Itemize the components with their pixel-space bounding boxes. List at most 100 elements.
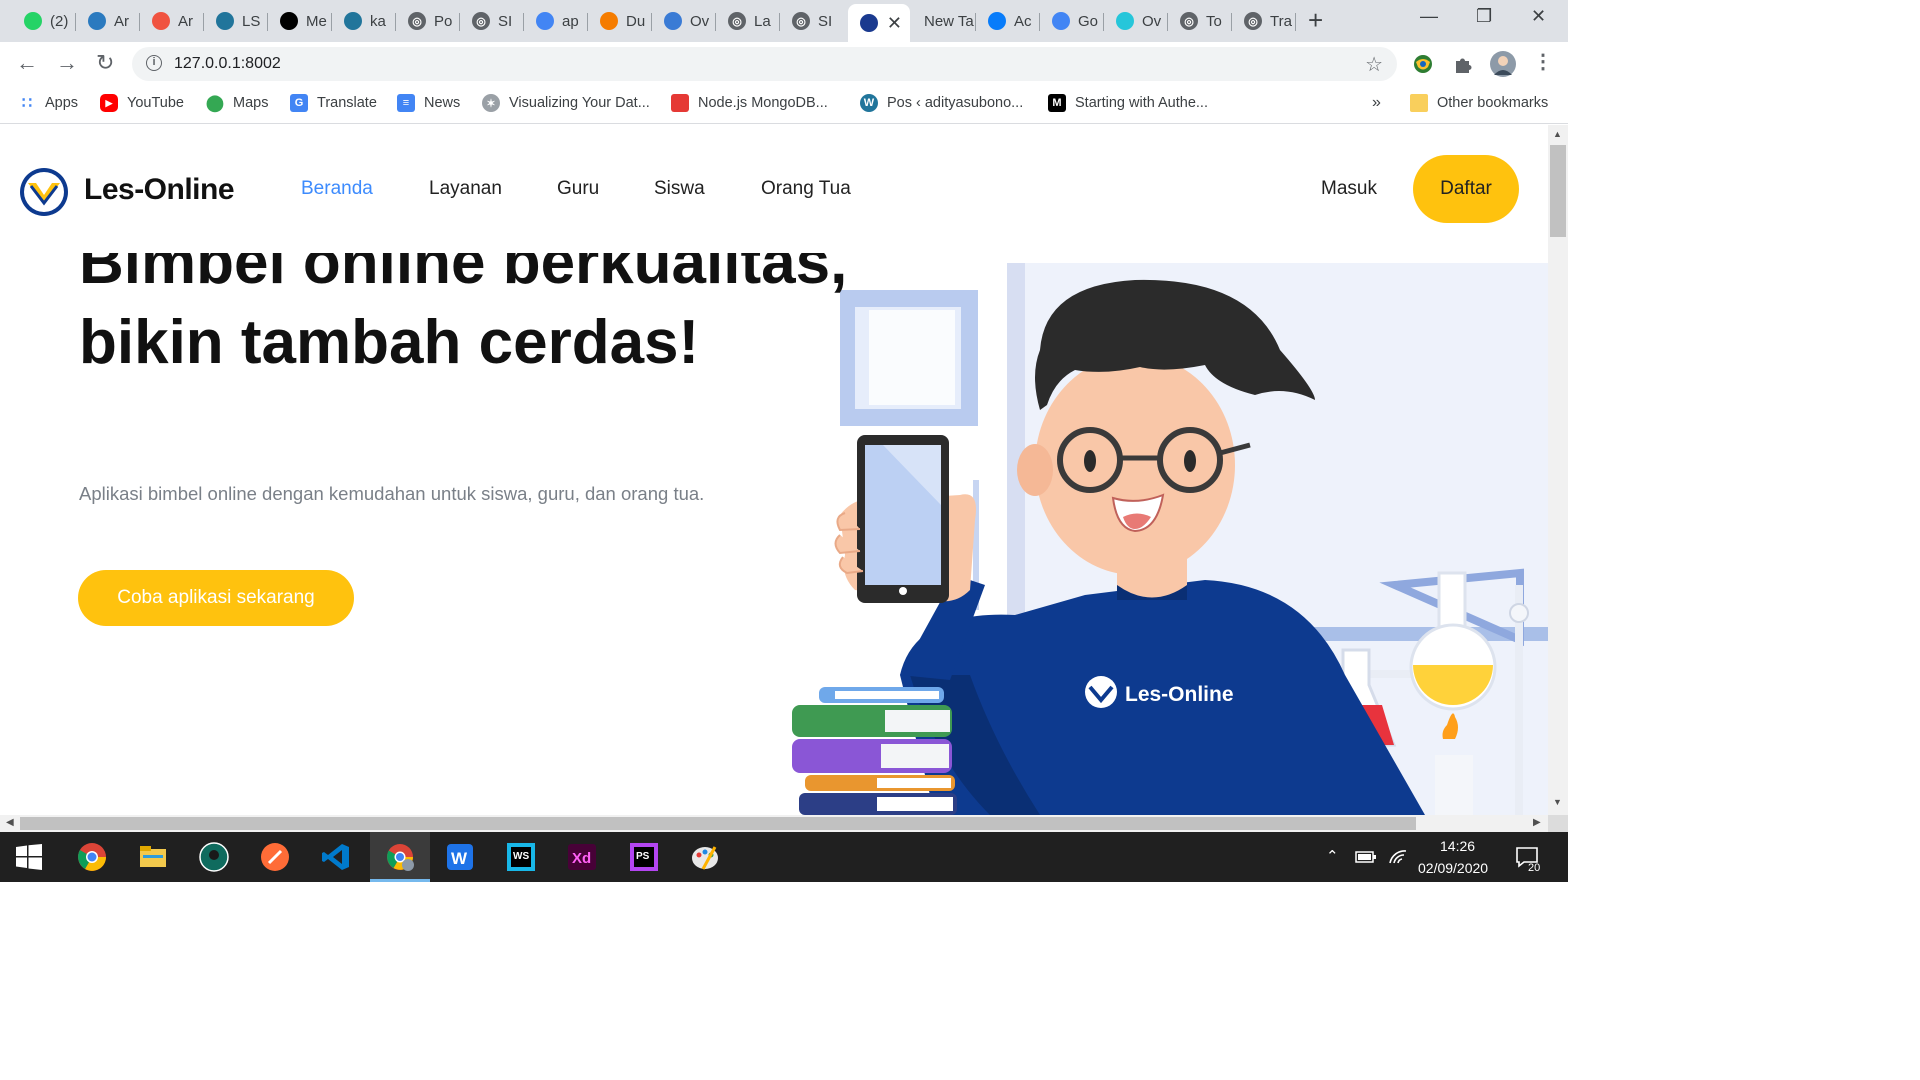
gitkraken-icon[interactable] [198, 841, 230, 873]
site-info-icon[interactable]: i [146, 55, 162, 71]
vscode-icon[interactable] [320, 841, 352, 873]
minimize-icon[interactable]: — [1420, 6, 1438, 27]
bookmark-label: Apps [45, 95, 79, 111]
extension-globe-icon[interactable] [1412, 53, 1434, 75]
vertical-scroll-thumb[interactable] [1550, 145, 1566, 237]
wps-writer-icon[interactable]: W [444, 841, 476, 873]
browser-tab[interactable]: ap [524, 6, 588, 36]
reload-icon[interactable]: ↻ [96, 52, 114, 74]
browser-tab[interactable]: LS [204, 6, 268, 36]
address-url[interactable]: 127.0.0.1:8002 [174, 55, 281, 73]
battery-icon[interactable] [1355, 849, 1377, 865]
browser-tab[interactable]: ◎ To [1168, 6, 1232, 36]
wordpress-icon [344, 12, 362, 30]
browser-tab[interactable]: Go [1040, 6, 1104, 36]
chrome-taskbar-icon[interactable] [76, 841, 108, 873]
brand-name[interactable]: Les-Online [84, 173, 235, 207]
tab-title: SI [498, 12, 513, 30]
nav-siswa[interactable]: Siswa [654, 178, 705, 200]
browser-tab[interactable]: Du [588, 6, 652, 36]
horizontal-scroll-thumb[interactable] [20, 817, 1416, 830]
postman-icon[interactable] [259, 841, 291, 873]
browser-tab[interactable]: ◎ Tra [1232, 6, 1296, 36]
tray-chevron-up-icon[interactable]: ⌃ [1326, 847, 1339, 865]
chrome-active-taskbar-icon[interactable] [384, 841, 416, 873]
svg-text:W: W [451, 849, 468, 868]
nav-beranda[interactable]: Beranda [301, 178, 373, 200]
bookmark-item[interactable]: M Starting with Authe... [1048, 94, 1208, 112]
back-arrow-icon[interactable]: ← [16, 52, 38, 74]
browser-tab[interactable]: ◎ SI [460, 6, 524, 36]
webstorm-icon[interactable]: WS [505, 841, 537, 873]
menu-kebab-icon[interactable]: ⋮ [1533, 51, 1553, 73]
page-viewport: Les-Online Bimbel online berkualitas, bi… [0, 125, 1548, 815]
nav-layanan[interactable]: Layanan [429, 178, 502, 200]
paint-icon[interactable] [689, 841, 721, 873]
window-close-icon[interactable]: ✕ [1531, 6, 1546, 27]
tab-title: Ov [690, 12, 710, 30]
phpstorm-icon[interactable]: PS [628, 841, 660, 873]
address-bar[interactable]: i 127.0.0.1:8002 ☆ [132, 47, 1397, 81]
bookmark-item[interactable]: ≡ News [397, 94, 460, 112]
restore-icon[interactable]: ❐ [1476, 6, 1492, 27]
browser-tab[interactable]: ka [332, 6, 396, 36]
bookmark-item[interactable]: G Translate [290, 94, 377, 112]
browser-tab[interactable]: ◎ SI [780, 6, 844, 36]
tab-close-icon[interactable]: ✕ [887, 13, 902, 34]
browser-tab[interactable]: ◎ La [716, 6, 780, 36]
register-button[interactable]: Daftar [1413, 155, 1519, 223]
ov-icon [1116, 12, 1134, 30]
browser-tab[interactable]: Ar [140, 6, 204, 36]
extensions-puzzle-icon[interactable] [1452, 53, 1474, 75]
horizontal-scrollbar[interactable]: ◀ ▶ [0, 815, 1548, 832]
wifi-icon[interactable] [1388, 847, 1408, 865]
browser-tab[interactable]: Me [268, 6, 332, 36]
tab-active[interactable]: ✕ [848, 4, 910, 42]
browser-tab[interactable]: ◎ Po [396, 6, 460, 36]
clock-date[interactable]: 02/09/2020 [1418, 860, 1488, 876]
browser-tab[interactable]: Ov [652, 6, 716, 36]
browser-tab[interactable]: Ar [76, 6, 140, 36]
browser-tab[interactable]: (2) [12, 6, 76, 36]
windows-start-icon[interactable] [16, 844, 42, 870]
google-icon [536, 12, 554, 30]
profile-avatar[interactable] [1489, 50, 1517, 78]
bookmark-item[interactable]: Node.js MongoDB... [671, 94, 828, 112]
bookmark-star-icon[interactable]: ☆ [1365, 52, 1383, 77]
scroll-down-arrow-icon[interactable]: ▼ [1553, 797, 1562, 807]
les-online-logo-icon[interactable] [18, 166, 70, 218]
login-link[interactable]: Masuk [1321, 178, 1377, 200]
other-bookmarks[interactable]: Other bookmarks [1410, 94, 1548, 112]
bookmark-item[interactable]: ▶ YouTube [100, 94, 184, 112]
browser-tab[interactable]: Ac [976, 6, 1040, 36]
bookmark-item[interactable]: ✶ Visualizing Your Dat... [482, 94, 650, 112]
d3-icon: ✶ [482, 94, 500, 112]
forward-arrow-icon[interactable]: → [56, 52, 78, 74]
new-tab-plus-icon[interactable]: + [1308, 7, 1323, 33]
file-explorer-icon[interactable] [137, 841, 169, 873]
bookmark-item[interactable]: ⬤ Maps [206, 94, 268, 112]
scroll-up-arrow-icon[interactable]: ▲ [1553, 129, 1562, 139]
tab-title: Me [306, 12, 327, 30]
browser-tab[interactable]: New Ta [912, 6, 976, 36]
site-header: Les-Online Beranda Layanan Guru Siswa Or… [0, 125, 1548, 253]
tab-separator [1295, 13, 1296, 31]
bookmark-item[interactable]: ∷ Apps [18, 94, 78, 112]
browser-toolbar: ← → ↻ i 127.0.0.1:8002 ☆ ⋮ [0, 42, 1568, 86]
browser-tab[interactable]: Ov [1104, 6, 1168, 36]
nav-guru[interactable]: Guru [557, 178, 599, 200]
vertical-scrollbar[interactable]: ▲ ▼ [1548, 125, 1568, 815]
scroll-left-arrow-icon[interactable]: ◀ [6, 817, 14, 828]
browser-tab-strip: (2) Ar Ar LS Me ka ◎ Po ◎ SI ap Du Ov ◎ La ◎ SI ✕ New Ta Ac… [0, 0, 1568, 42]
hero-subtitle: Aplikasi bimbel online dengan kemudahan … [79, 483, 705, 504]
nav-orang-tua[interactable]: Orang Tua [761, 178, 851, 200]
tab-title: Go [1078, 12, 1099, 30]
adobe-xd-icon[interactable]: Xd [566, 841, 598, 873]
bookmarks-overflow-icon[interactable]: » [1372, 94, 1381, 112]
clock-time[interactable]: 14:26 [1440, 838, 1475, 854]
bookmark-label: Starting with Authe... [1075, 95, 1208, 111]
cta-button[interactable]: Coba aplikasi sekarang [78, 570, 354, 626]
tab-title: Tra [1270, 12, 1292, 30]
bookmark-item[interactable]: W Pos ‹ adityasubono... [860, 94, 1023, 112]
scroll-right-arrow-icon[interactable]: ▶ [1533, 817, 1541, 828]
